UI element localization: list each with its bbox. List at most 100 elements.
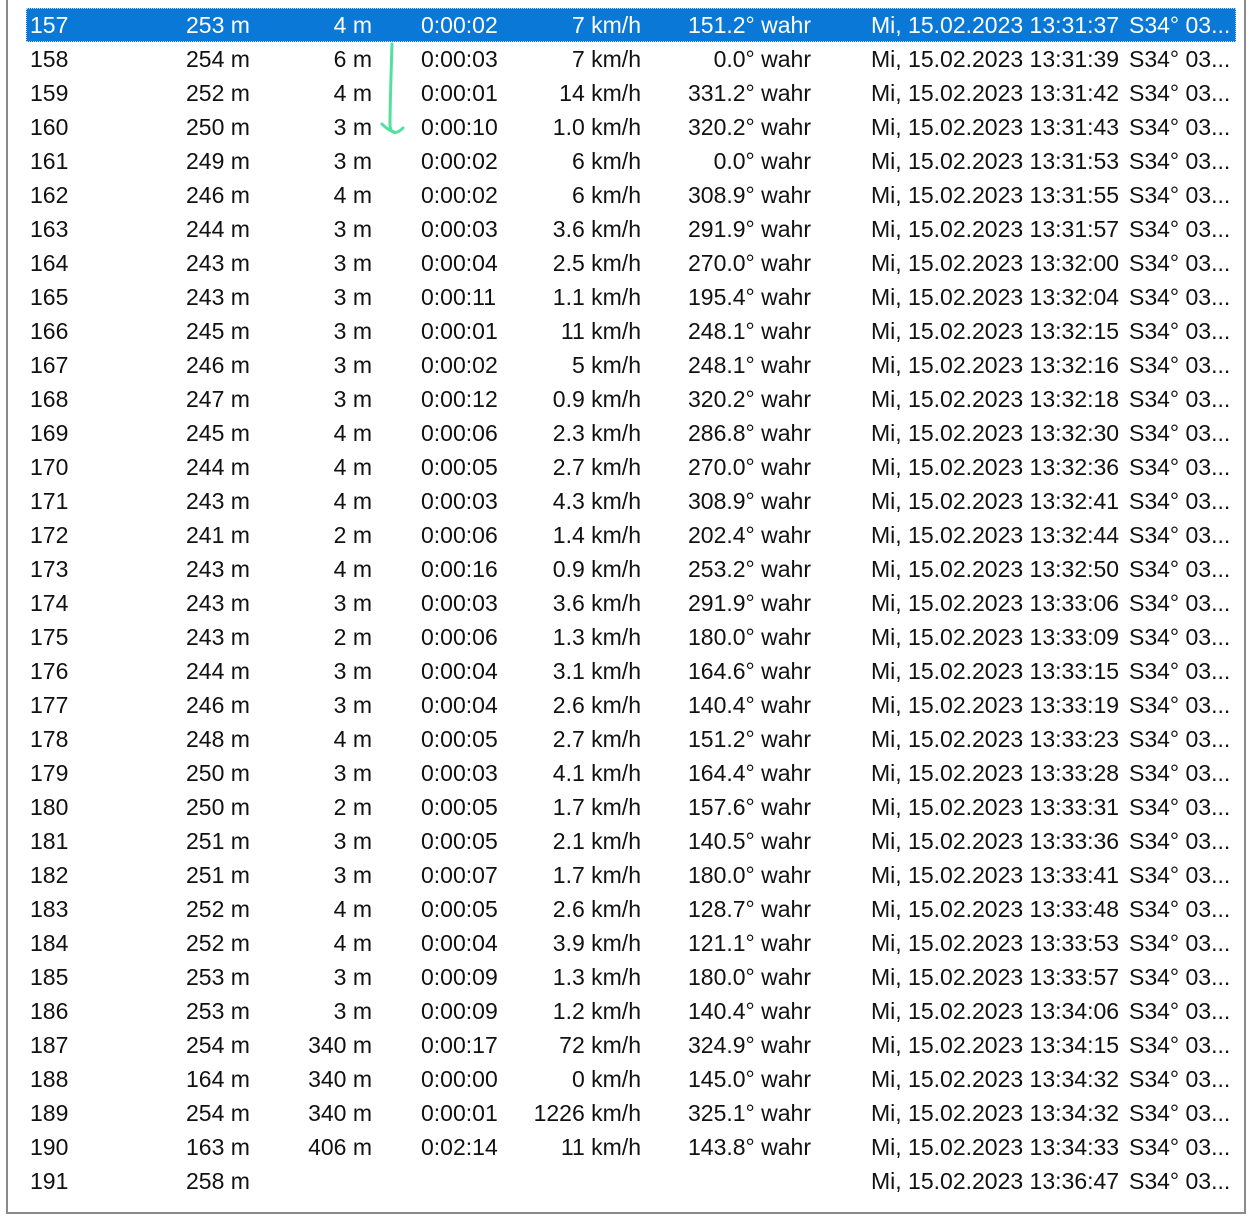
- cell-altitude: 246 m: [186, 352, 250, 378]
- cell-course: 0.0° wahr: [713, 148, 811, 174]
- cell-speed: 2.3 km/h: [552, 420, 641, 446]
- table-row[interactable]: 167 246 m 3 m 0:00:02 5 km/h 248.1° wahr Mi, 1…: [26, 348, 1236, 382]
- cell-duration: 0:00:05: [421, 726, 498, 752]
- cell-point-number: 183: [30, 896, 69, 922]
- cell-timestamp: Mi, 15.02.2023 13:34:32: [871, 1100, 1120, 1126]
- table-row[interactable]: 157 253 m 4 m 0:00:02 7 km/h 151.2° wahr Mi, 1…: [26, 8, 1236, 42]
- table-row[interactable]: 179 250 m 3 m 0:00:03 4.1 km/h 164.4° wahr Mi,…: [26, 756, 1236, 790]
- cell-course: 151.2° wahr: [688, 12, 811, 38]
- cell-position: S34° 03...: [1129, 930, 1231, 956]
- table-row[interactable]: 173 243 m 4 m 0:00:16 0.9 km/h 253.2° wahr Mi,…: [26, 552, 1236, 586]
- cell-altitude: 241 m: [186, 522, 250, 548]
- cell-distance: 3 m: [333, 250, 372, 276]
- table-row[interactable]: 170 244 m 4 m 0:00:05 2.7 km/h 270.0° wahr Mi,…: [26, 450, 1236, 484]
- table-row[interactable]: 175 243 m 2 m 0:00:06 1.3 km/h 180.0° wahr Mi,…: [26, 620, 1236, 654]
- cell-duration: 0:00:11: [421, 284, 497, 310]
- cell-point-number: 190: [30, 1134, 69, 1160]
- table-row[interactable]: 164 243 m 3 m 0:00:04 2.5 km/h 270.0° wahr Mi,…: [26, 246, 1236, 280]
- cell-speed: 1.3 km/h: [552, 964, 641, 990]
- cell-position: S34° 03...: [1129, 454, 1231, 480]
- table-row[interactable]: 182 251 m 3 m 0:00:07 1.7 km/h 180.0° wahr Mi,…: [26, 858, 1236, 892]
- cell-course: 121.1° wahr: [688, 930, 811, 956]
- cell-duration: 0:00:01: [421, 80, 498, 106]
- cell-duration: 0:00:17: [421, 1032, 498, 1058]
- cell-duration: 0:00:12: [421, 386, 498, 412]
- cell-course: 248.1° wahr: [688, 318, 811, 344]
- table-row[interactable]: 159 252 m 4 m 0:00:01 14 km/h 331.2° wahr Mi, …: [26, 76, 1236, 110]
- cell-course: 157.6° wahr: [688, 794, 811, 820]
- table-row[interactable]: 177 246 m 3 m 0:00:04 2.6 km/h 140.4° wahr Mi,…: [26, 688, 1236, 722]
- cell-course: 331.2° wahr: [688, 80, 811, 106]
- table-row[interactable]: 190 163 m 406 m 0:02:14 11 km/h 143.8° wahr Mi…: [26, 1130, 1236, 1164]
- trackpoint-list-frame: 157 253 m 4 m 0:00:02 7 km/h 151.2° wahr Mi, 1…: [6, 0, 1246, 1214]
- table-row[interactable]: 191 258 m Mi, 15.02.2023 13:36:47 S34° 03..…: [26, 1164, 1236, 1198]
- cell-timestamp: Mi, 15.02.2023 13:34:33: [871, 1134, 1120, 1160]
- cell-course: 253.2° wahr: [688, 556, 811, 582]
- cell-timestamp: Mi, 15.02.2023 13:32:41: [871, 488, 1120, 514]
- cell-distance: 3 m: [333, 964, 372, 990]
- cell-point-number: 172: [30, 522, 69, 548]
- cell-timestamp: Mi, 15.02.2023 13:33:15: [871, 658, 1120, 684]
- cell-point-number: 166: [30, 318, 69, 344]
- cell-course: 308.9° wahr: [688, 488, 811, 514]
- table-row[interactable]: 165 243 m 3 m 0:00:11 1.1 km/h 195.4° wahr Mi,…: [26, 280, 1236, 314]
- table-row[interactable]: 171 243 m 4 m 0:00:03 4.3 km/h 308.9° wahr Mi,…: [26, 484, 1236, 518]
- cell-duration: 0:00:04: [421, 930, 498, 956]
- cell-speed: 2.5 km/h: [552, 250, 641, 276]
- cell-speed: 3.6 km/h: [552, 216, 641, 242]
- cell-distance: [266, 1164, 372, 1198]
- cell-point-number: 160: [30, 114, 69, 140]
- table-row[interactable]: 169 245 m 4 m 0:00:06 2.3 km/h 286.8° wahr Mi,…: [26, 416, 1236, 450]
- cell-timestamp: Mi, 15.02.2023 13:31:55: [871, 182, 1120, 208]
- cell-point-number: 175: [30, 624, 69, 650]
- cell-timestamp: Mi, 15.02.2023 13:31:37: [871, 12, 1120, 38]
- cell-course: 286.8° wahr: [688, 420, 811, 446]
- table-row[interactable]: 168 247 m 3 m 0:00:12 0.9 km/h 320.2° wahr Mi,…: [26, 382, 1236, 416]
- cell-position: S34° 03...: [1129, 692, 1231, 718]
- table-row[interactable]: 160 250 m 3 m 0:00:10 1.0 km/h 320.2° wahr Mi,…: [26, 110, 1236, 144]
- cell-distance: 3 m: [333, 998, 372, 1024]
- cell-altitude: 254 m: [186, 1032, 250, 1058]
- cell-position: S34° 03...: [1129, 896, 1231, 922]
- table-row[interactable]: 163 244 m 3 m 0:00:03 3.6 km/h 291.9° wahr Mi,…: [26, 212, 1236, 246]
- table-row[interactable]: 186 253 m 3 m 0:00:09 1.2 km/h 140.4° wahr Mi,…: [26, 994, 1236, 1028]
- cell-position: S34° 03...: [1129, 1100, 1231, 1126]
- cell-speed: 14 km/h: [559, 80, 641, 106]
- cell-point-number: 180: [30, 794, 69, 820]
- table-row[interactable]: 180 250 m 2 m 0:00:05 1.7 km/h 157.6° wahr Mi,…: [26, 790, 1236, 824]
- table-row[interactable]: 178 248 m 4 m 0:00:05 2.7 km/h 151.2° wahr Mi,…: [26, 722, 1236, 756]
- cell-distance: 4 m: [333, 556, 372, 582]
- table-row[interactable]: 176 244 m 3 m 0:00:04 3.1 km/h 164.6° wahr Mi,…: [26, 654, 1236, 688]
- cell-duration: 0:00:03: [421, 46, 498, 72]
- cell-position: S34° 03...: [1129, 182, 1231, 208]
- table-row[interactable]: 184 252 m 4 m 0:00:04 3.9 km/h 121.1° wahr Mi,…: [26, 926, 1236, 960]
- table-row[interactable]: 158 254 m 6 m 0:00:03 7 km/h 0.0° wahr Mi, 15.…: [26, 42, 1236, 76]
- table-row[interactable]: 172 241 m 2 m 0:00:06 1.4 km/h 202.4° wahr Mi,…: [26, 518, 1236, 552]
- cell-altitude: 250 m: [186, 114, 250, 140]
- cell-point-number: 168: [30, 386, 69, 412]
- table-row[interactable]: 162 246 m 4 m 0:00:02 6 km/h 308.9° wahr Mi, 1…: [26, 178, 1236, 212]
- table-row[interactable]: 161 249 m 3 m 0:00:02 6 km/h 0.0° wahr Mi, 15.…: [26, 144, 1236, 178]
- cell-altitude: 243 m: [186, 284, 250, 310]
- trackpoint-list[interactable]: 157 253 m 4 m 0:00:02 7 km/h 151.2° wahr Mi, 1…: [26, 8, 1236, 1198]
- cell-course: 270.0° wahr: [688, 454, 811, 480]
- cell-course: 140.4° wahr: [688, 692, 811, 718]
- cell-duration: 0:00:07: [421, 862, 498, 888]
- table-row[interactable]: 181 251 m 3 m 0:00:05 2.1 km/h 140.5° wahr Mi,…: [26, 824, 1236, 858]
- cell-course: 325.1° wahr: [688, 1100, 811, 1126]
- cell-distance: 3 m: [333, 760, 372, 786]
- cell-course: 320.2° wahr: [688, 114, 811, 140]
- cell-distance: 2 m: [333, 794, 372, 820]
- table-row[interactable]: 166 245 m 3 m 0:00:01 11 km/h 248.1° wahr Mi, …: [26, 314, 1236, 348]
- table-row[interactable]: 188 164 m 340 m 0:00:00 0 km/h 145.0° wahr Mi,…: [26, 1062, 1236, 1096]
- table-row[interactable]: 189 254 m 340 m 0:00:01 1226 km/h 325.1° wahr…: [26, 1096, 1236, 1130]
- table-row[interactable]: 187 254 m 340 m 0:00:17 72 km/h 324.9° wahr Mi…: [26, 1028, 1236, 1062]
- table-row[interactable]: 183 252 m 4 m 0:00:05 2.6 km/h 128.7° wahr Mi,…: [26, 892, 1236, 926]
- cell-course: 0.0° wahr: [713, 46, 811, 72]
- cell-point-number: 186: [30, 998, 69, 1024]
- cell-position: S34° 03...: [1129, 216, 1231, 242]
- cell-position: S34° 03...: [1129, 590, 1231, 616]
- cell-position: S34° 03...: [1129, 488, 1231, 514]
- table-row[interactable]: 185 253 m 3 m 0:00:09 1.3 km/h 180.0° wahr Mi,…: [26, 960, 1236, 994]
- table-row[interactable]: 174 243 m 3 m 0:00:03 3.6 km/h 291.9° wahr Mi,…: [26, 586, 1236, 620]
